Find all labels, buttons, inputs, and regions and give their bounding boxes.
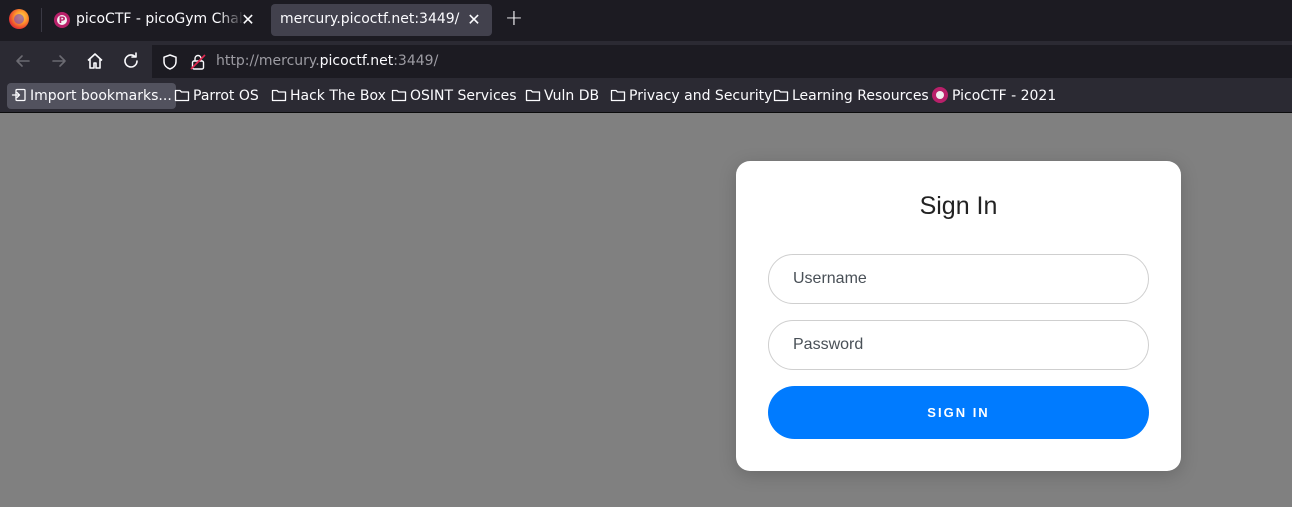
bookmark-picoctf-2021[interactable]: PicoCTF - 2021	[932, 83, 1056, 109]
insecure-lock-icon[interactable]	[189, 53, 207, 71]
tab-close-icon[interactable]: ✕	[238, 10, 258, 30]
folder-icon	[773, 86, 789, 102]
bookmark-folder-parrot-os[interactable]: Parrot OS	[174, 83, 259, 109]
bookmark-folder-hack-the-box[interactable]: Hack The Box	[271, 83, 386, 109]
navigation-bar: http://mercury.picoctf.net:3449/	[0, 41, 1292, 80]
tab-divider	[41, 8, 42, 32]
forward-arrow-icon[interactable]	[48, 50, 70, 72]
bookmark-import[interactable]: Import bookmarks...	[7, 83, 176, 109]
folder-icon	[610, 86, 626, 102]
url-bar[interactable]: http://mercury.picoctf.net:3449/	[152, 45, 1292, 78]
bookmark-label: Vuln DB	[544, 88, 600, 104]
sign-in-card: Sign In SIGN IN	[736, 161, 1181, 471]
bookmark-label: Privacy and Security	[629, 88, 773, 104]
url-text[interactable]: http://mercury.picoctf.net:3449/	[216, 53, 438, 69]
picoctf-favicon-icon	[932, 87, 948, 103]
tab-picogym[interactable]: P picoCTF - picoGym Challenges ✕	[46, 4, 266, 36]
bookmark-label: Import bookmarks...	[30, 88, 172, 104]
shield-icon[interactable]	[161, 53, 179, 71]
bookmark-label: Learning Resources	[792, 88, 929, 104]
import-icon	[11, 86, 27, 102]
bookmark-label: PicoCTF - 2021	[952, 88, 1057, 104]
firefox-menu-icon[interactable]	[9, 9, 29, 29]
username-field-wrapper	[768, 254, 1149, 304]
url-host: picoctf.net	[319, 53, 394, 69]
bookmark-label: Hack The Box	[290, 88, 386, 104]
bookmark-label: OSINT Services	[410, 88, 517, 104]
password-field-wrapper	[768, 320, 1149, 370]
tab-mercury[interactable]: mercury.picoctf.net:3449/ ✕	[271, 4, 492, 36]
bookmark-label: Parrot OS	[193, 88, 259, 104]
bookmark-folder-vuln-db[interactable]: Vuln DB	[525, 83, 599, 109]
tab-title: mercury.picoctf.net:3449/	[280, 11, 460, 27]
picoctf-favicon-icon: P	[54, 12, 70, 28]
bookmark-folder-osint-services[interactable]: OSINT Services	[391, 83, 517, 109]
folder-icon	[174, 86, 190, 102]
folder-icon	[525, 86, 541, 102]
tab-strip: P picoCTF - picoGym Challenges ✕ mercury…	[0, 0, 1292, 41]
home-icon[interactable]	[84, 50, 106, 72]
folder-icon	[391, 86, 407, 102]
new-tab-button[interactable]: +	[503, 8, 525, 30]
bookmark-folder-learning-resources[interactable]: Learning Resources	[773, 83, 929, 109]
sign-in-button[interactable]: SIGN IN	[768, 386, 1149, 439]
username-input[interactable]	[769, 255, 1148, 303]
tab-title: picoCTF - picoGym Challenges	[76, 11, 244, 27]
password-input[interactable]	[769, 321, 1148, 369]
bookmarks-toolbar: Import bookmarks... Parrot OS Hack The B…	[0, 80, 1292, 113]
url-suffix: :3449/	[393, 53, 439, 69]
sign-in-title: Sign In	[919, 192, 998, 220]
tab-close-icon[interactable]: ✕	[464, 10, 484, 30]
back-arrow-icon[interactable]	[12, 50, 34, 72]
url-prefix: http://mercury.	[216, 53, 320, 69]
folder-icon	[271, 86, 287, 102]
bookmark-folder-privacy-and-security[interactable]: Privacy and Security	[610, 83, 772, 109]
reload-icon[interactable]	[120, 50, 142, 72]
